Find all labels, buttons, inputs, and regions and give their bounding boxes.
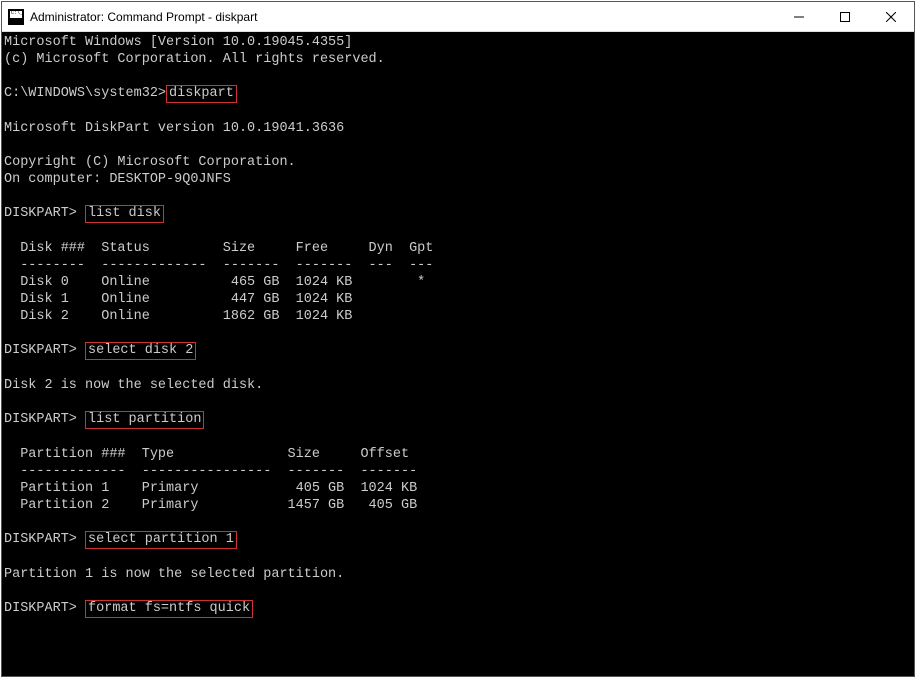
- diskpart-prompt-line: DISKPART> select disk 2: [4, 342, 914, 360]
- disk-table-row: Disk 1 Online 447 GB 1024 KB: [4, 291, 914, 308]
- highlighted-command: list disk: [85, 205, 164, 223]
- copyright-line: Copyright (C) Microsoft Corporation.: [4, 154, 914, 171]
- computer-line: On computer: DESKTOP-9Q0JNFS: [4, 171, 914, 188]
- diskpart-version: Microsoft DiskPart version 10.0.19041.36…: [4, 120, 914, 137]
- prompt-line: C:\WINDOWS\system32>diskpart: [4, 85, 914, 103]
- diskpart-prompt: DISKPART>: [4, 532, 85, 547]
- header-line: Microsoft Windows [Version 10.0.19045.43…: [4, 34, 914, 51]
- minimize-icon: [794, 12, 804, 22]
- diskpart-prompt: DISKPART>: [4, 206, 85, 221]
- disk-table-row: Disk 0 Online 465 GB 1024 KB *: [4, 274, 914, 291]
- close-icon: [886, 12, 896, 22]
- status-message: Partition 1 is now the selected partitio…: [4, 566, 914, 583]
- minimize-button[interactable]: [776, 2, 822, 31]
- highlighted-command: select partition 1: [85, 531, 237, 549]
- prompt-prefix: C:\WINDOWS\system32>: [4, 86, 166, 101]
- disk-table-row: Disk 2 Online 1862 GB 1024 KB: [4, 308, 914, 325]
- diskpart-prompt-line: DISKPART> list partition: [4, 411, 914, 429]
- maximize-button[interactable]: [822, 2, 868, 31]
- titlebar-left: Administrator: Command Prompt - diskpart: [2, 9, 776, 25]
- diskpart-prompt-line: DISKPART> list disk: [4, 205, 914, 223]
- partition-table-row: Partition 1 Primary 405 GB 1024 KB: [4, 480, 914, 497]
- command-prompt-window: Administrator: Command Prompt - diskpart…: [1, 1, 915, 677]
- cmd-icon: [8, 9, 24, 25]
- diskpart-prompt: DISKPART>: [4, 343, 85, 358]
- diskpart-prompt: DISKPART>: [4, 601, 85, 616]
- highlighted-command: select disk 2: [85, 342, 196, 360]
- disk-table-header: Disk ### Status Size Free Dyn Gpt: [4, 240, 914, 257]
- highlighted-command: list partition: [85, 411, 204, 429]
- diskpart-prompt: DISKPART>: [4, 412, 85, 427]
- partition-table-row: Partition 2 Primary 1457 GB 405 GB: [4, 497, 914, 514]
- diskpart-prompt-line: DISKPART> select partition 1: [4, 531, 914, 549]
- close-button[interactable]: [868, 2, 914, 31]
- window-controls: [776, 2, 914, 31]
- highlighted-command: format fs=ntfs quick: [85, 600, 253, 618]
- terminal-output[interactable]: Microsoft Windows [Version 10.0.19045.43…: [2, 32, 914, 676]
- window-title: Administrator: Command Prompt - diskpart: [30, 10, 257, 24]
- header-line: (c) Microsoft Corporation. All rights re…: [4, 51, 914, 68]
- diskpart-prompt-line: DISKPART> format fs=ntfs quick: [4, 600, 914, 618]
- partition-table-header: Partition ### Type Size Offset: [4, 446, 914, 463]
- titlebar[interactable]: Administrator: Command Prompt - diskpart: [2, 2, 914, 32]
- disk-table-divider: -------- ------------- ------- ------- -…: [4, 257, 914, 274]
- highlighted-command: diskpart: [166, 85, 237, 103]
- maximize-icon: [840, 12, 850, 22]
- partition-table-divider: ------------- ---------------- ------- -…: [4, 463, 914, 480]
- status-message: Disk 2 is now the selected disk.: [4, 377, 914, 394]
